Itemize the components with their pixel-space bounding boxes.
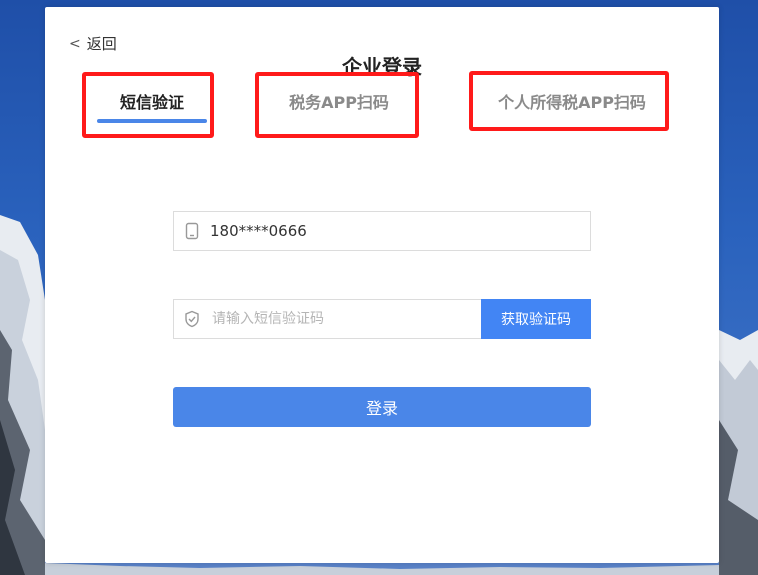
login-label: 登录 bbox=[365, 399, 398, 418]
get-code-label: 获取验证码 bbox=[501, 312, 571, 328]
login-card: < 返回 企业登录 短信验证 税务APP扫码 个人所得税APP扫码 180***… bbox=[45, 7, 719, 563]
phone-value: 180****0666 bbox=[210, 222, 307, 240]
sms-code-field: 获取验证码 bbox=[173, 299, 591, 339]
shield-check-icon bbox=[174, 310, 210, 328]
phone-field[interactable]: 180****0666 bbox=[173, 211, 591, 251]
login-button[interactable]: 登录 bbox=[173, 387, 591, 427]
highlight-box-sms bbox=[82, 72, 214, 138]
get-code-button[interactable]: 获取验证码 bbox=[481, 299, 591, 339]
chevron-left-icon: < bbox=[69, 35, 81, 52]
highlight-box-tax-app bbox=[255, 72, 419, 138]
highlight-box-personal-tax-app bbox=[469, 71, 669, 131]
phone-icon bbox=[174, 222, 210, 240]
